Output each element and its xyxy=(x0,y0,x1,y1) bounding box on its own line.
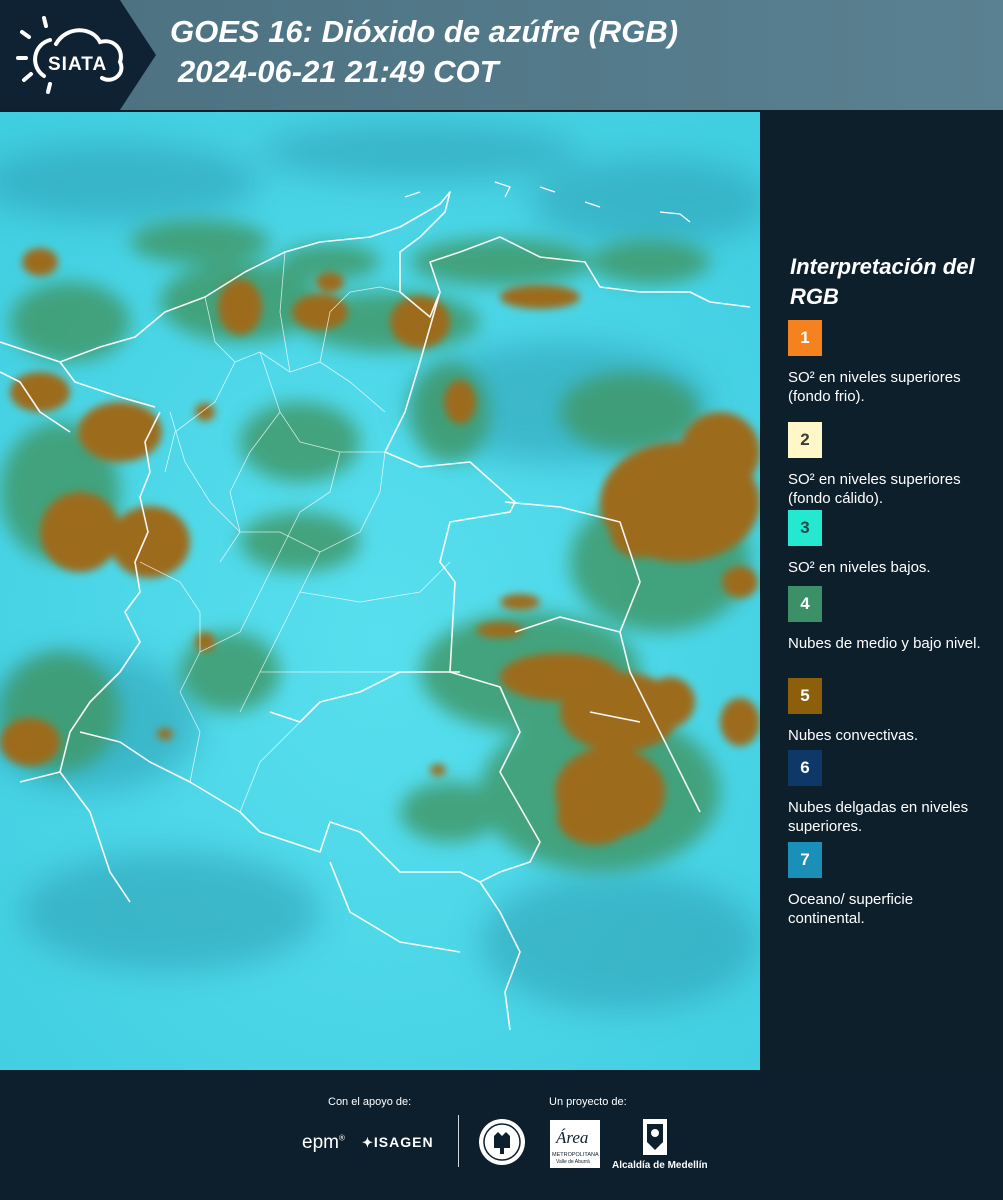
legend-item-2: 2 SO² en niveles superiores (fondo cálido… xyxy=(788,422,988,508)
legend-item-4: 4 Nubes de medio y bajo nivel. xyxy=(788,586,988,653)
legend-swatch: 6 xyxy=(788,750,822,786)
legend-text: SO² en niveles bajos. xyxy=(788,559,931,576)
legend-item-3: 3 SO² en niveles bajos. xyxy=(788,510,988,577)
legend-title: Interpretación del RGB xyxy=(790,254,975,309)
rgb-satellite-image xyxy=(0,112,760,1070)
siata-logo[interactable]: SIATA xyxy=(14,14,128,96)
legend-text: Nubes delgadas en niveles superiores. xyxy=(788,799,969,835)
legend-item-6: 6 Nubes delgadas en niveles superiores. xyxy=(788,750,988,836)
support-label: Con el apoyo de: xyxy=(328,1096,412,1108)
header: SIATA GOES 16: Dióxido de azúfre (RGB) 2… xyxy=(0,0,1003,110)
page-timestamp: 2024-06-21 21:49 COT xyxy=(178,54,499,89)
legend-swatch: 2 xyxy=(788,422,822,458)
legend-text: Nubes convectivas. xyxy=(788,727,919,744)
legend-item-5: 5 Nubes convectivas. xyxy=(788,678,988,745)
footer-divider xyxy=(458,1115,459,1167)
legend-swatch: 1 xyxy=(788,320,822,356)
isagen-star-icon: ✦ xyxy=(362,1135,374,1150)
area-metropolitana-logo[interactable]: Área METROPOLITANA Valle de Aburrá xyxy=(550,1120,600,1168)
medellin-seal-icon[interactable] xyxy=(478,1118,526,1166)
footer: Con el apoyo de: Un proyecto de: epm® ✦I… xyxy=(0,1070,1003,1200)
satellite-map[interactable] xyxy=(0,112,760,1070)
legend-text: SO² en niveles superiores (fondo frio). xyxy=(788,369,961,405)
legend-swatch: 5 xyxy=(788,678,822,714)
legend-text: Oceano/ superficie continental. xyxy=(788,891,914,927)
legend-swatch: 4 xyxy=(788,586,822,622)
legend-text: SO² en niveles superiores (fondo cálido)… xyxy=(788,471,961,507)
legend-swatch: 3 xyxy=(788,510,822,546)
legend-text: Nubes de medio y bajo nivel. xyxy=(788,635,981,652)
legend-item-1: 1 SO² en niveles superiores (fondo frio). xyxy=(788,320,988,406)
project-label: Un proyecto de: xyxy=(549,1096,627,1108)
isagen-logo[interactable]: ✦ISAGEN xyxy=(362,1134,434,1151)
alcaldia-label: Alcaldía de Medellín xyxy=(612,1160,708,1171)
page-title: GOES 16: Dióxido de azúfre (RGB) xyxy=(170,14,679,49)
logo-text: SIATA xyxy=(48,54,108,75)
legend-swatch: 7 xyxy=(788,842,822,878)
legend-panel: Interpretación del RGB 1 SO² en niveles s… xyxy=(760,112,1003,1070)
alcaldia-shield-icon[interactable] xyxy=(642,1118,668,1156)
legend-item-7: 7 Oceano/ superficie continental. xyxy=(788,842,988,928)
epm-logo[interactable]: epm® xyxy=(302,1132,345,1154)
